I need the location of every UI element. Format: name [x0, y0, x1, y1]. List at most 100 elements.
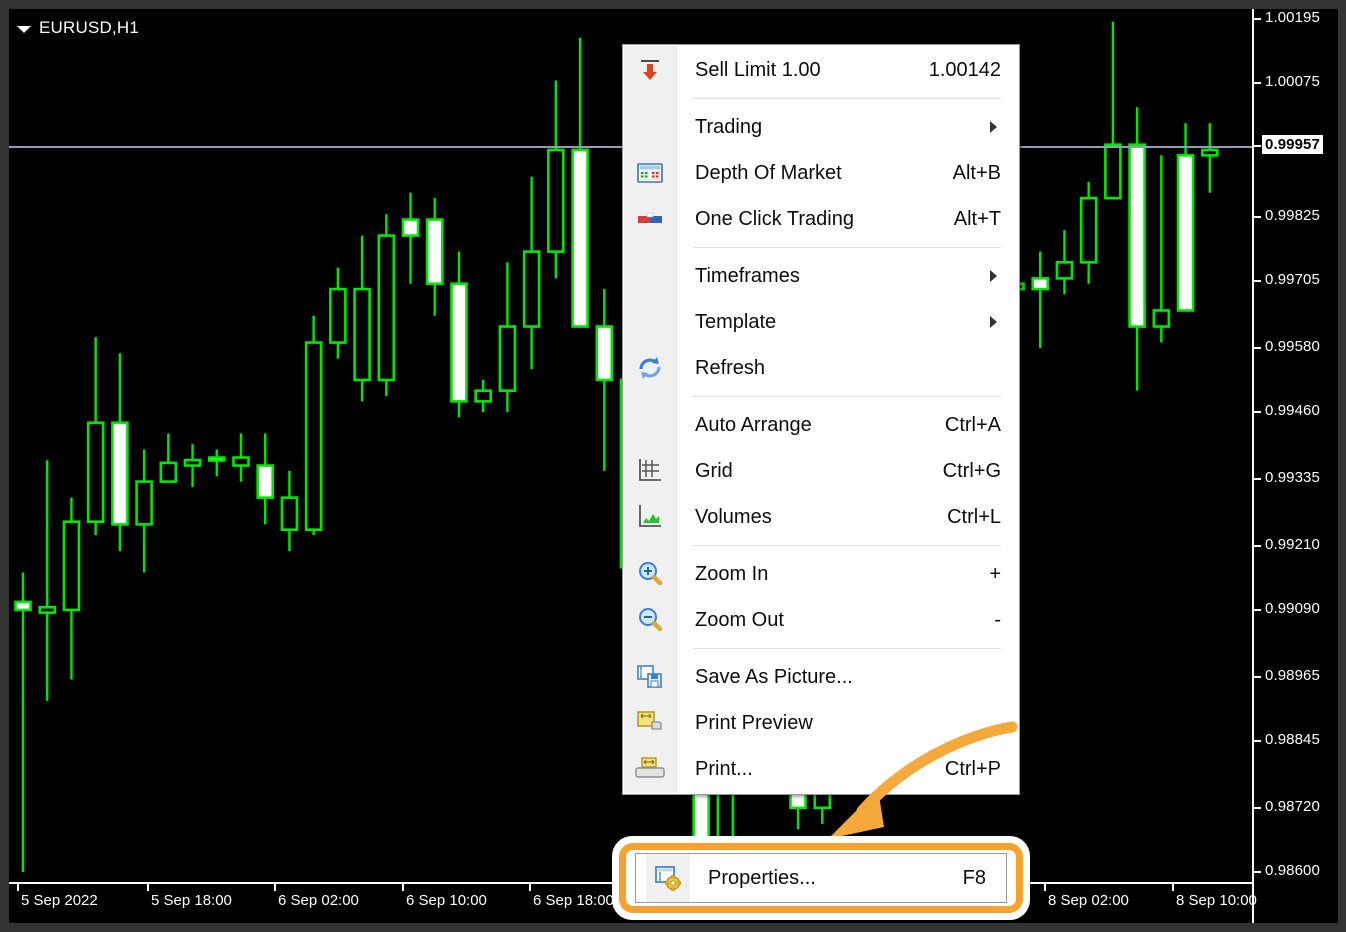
menu-item-no-icon — [634, 260, 666, 292]
time-tick-label: 8 Sep 10:00 — [1176, 892, 1257, 909]
menu-item-label: Trading — [695, 115, 763, 138]
menu-item-auto-arrange[interactable]: Auto Arrange Ctrl+A — [623, 402, 1019, 448]
price-tick-mark — [1254, 82, 1261, 85]
price-axis[interactable]: 1.00195 1.00075 0.99957 0.99825 0.99705 0.995… — [1252, 9, 1338, 923]
price-tick-label: 0.99460 — [1265, 402, 1320, 420]
time-tick-mark — [402, 882, 404, 891]
menu-item-accelerator: Ctrl+A — [944, 413, 1001, 436]
menu-item-no-icon — [634, 409, 666, 441]
menu-item-accelerator: Ctrl+L — [947, 505, 1001, 528]
menu-separator — [693, 648, 1001, 649]
print-preview-icon — [634, 707, 666, 739]
menu-item-refresh[interactable]: Refresh — [623, 345, 1019, 391]
time-tick-mark — [1044, 882, 1046, 891]
menu-item-accelerator: - — [994, 608, 1001, 631]
price-tick-mark — [1254, 675, 1261, 678]
volumes-icon — [634, 501, 666, 533]
price-tick-label: 0.99825 — [1265, 206, 1320, 224]
price-tick-label: 0.98600 — [1265, 862, 1320, 879]
time-tick-mark — [17, 882, 19, 891]
menu-item-volumes[interactable]: Volumes Ctrl+L — [623, 494, 1019, 540]
price-tick-mark — [1254, 544, 1261, 547]
price-tick-mark — [1254, 477, 1261, 480]
menu-item-label: Refresh — [695, 356, 766, 379]
time-tick-label: 6 Sep 10:00 — [406, 892, 487, 909]
price-tick-label: 1.00195 — [1265, 9, 1320, 26]
menu-item-print-preview[interactable]: Print Preview — [623, 700, 1019, 746]
menu-item-no-icon — [634, 306, 666, 338]
menu-separator — [693, 396, 1001, 397]
time-tick-label: 8 Sep 02:00 — [1048, 892, 1129, 909]
menu-separator — [693, 98, 1001, 99]
menu-item-label: Auto Arrange — [695, 413, 812, 436]
one-click-trading-icon — [634, 203, 666, 235]
chart-context-menu[interactable]: Sell Limit 1.00 1.00142 Trading Depth Of Ma… — [622, 44, 1020, 795]
menu-item-accelerator: F8 — [962, 866, 986, 889]
menu-item-label: Timeframes — [695, 264, 800, 287]
price-tick-label: 0.98845 — [1265, 730, 1320, 748]
price-tick-label: 0.99090 — [1265, 599, 1320, 617]
menu-item-save-as-picture[interactable]: Save As Picture... — [623, 654, 1019, 700]
menu-item-label: Print... — [695, 757, 753, 780]
price-tick-label: 0.99210 — [1265, 535, 1320, 553]
menu-item-accelerator: Alt+T — [953, 207, 1001, 230]
zoom-out-icon — [634, 604, 666, 636]
menu-item-accelerator: 1.00142 — [928, 58, 1001, 81]
time-tick-mark — [274, 882, 276, 891]
menu-item-template[interactable]: Template — [623, 299, 1019, 345]
sell-arrow-icon — [634, 54, 666, 86]
menu-item-label: Save As Picture... — [695, 665, 853, 688]
menu-separator — [693, 247, 1001, 248]
menu-item-depth-of-market[interactable]: Depth Of Market Alt+B — [623, 150, 1019, 196]
zoom-in-icon — [634, 558, 666, 590]
price-tick-mark — [1254, 871, 1261, 873]
menu-item-accelerator: Ctrl+G — [942, 459, 1001, 482]
submenu-chevron-icon — [990, 316, 997, 328]
print-icon — [634, 753, 666, 785]
menu-item-print[interactable]: Print... Ctrl+P — [623, 746, 1019, 792]
price-tick-label: 0.98965 — [1265, 666, 1320, 684]
menu-item-label: Template — [695, 310, 777, 333]
price-tick-mark — [1254, 145, 1261, 148]
price-tick-mark — [1254, 608, 1261, 611]
time-tick-label: 5 Sep 2022 — [21, 892, 98, 909]
price-tick-label: 0.99705 — [1265, 271, 1320, 289]
depth-of-market-icon — [634, 157, 666, 189]
save-as-picture-icon — [634, 661, 666, 693]
time-tick-label: 6 Sep 18:00 — [533, 892, 614, 909]
time-tick-label: 5 Sep 18:00 — [151, 892, 232, 909]
price-tick-mark — [1254, 411, 1261, 414]
price-tick-label: 1.00075 — [1265, 73, 1320, 91]
menu-item-sell-limit-1-00[interactable]: Sell Limit 1.00 1.00142 — [623, 47, 1019, 93]
menu-item-zoom-in[interactable]: Zoom In + — [623, 551, 1019, 597]
grid-icon — [634, 455, 666, 487]
menu-item-zoom-out[interactable]: Zoom Out - — [623, 597, 1019, 643]
menu-item-accelerator: Ctrl+P — [944, 757, 1001, 780]
price-tick-mark — [1254, 806, 1261, 809]
menu-item-accelerator: + — [989, 562, 1001, 585]
menu-item-label: One Click Trading — [695, 207, 854, 230]
menu-item-label: Zoom Out — [695, 608, 784, 631]
menu-item-timeframes[interactable]: Timeframes — [623, 253, 1019, 299]
time-tick-mark — [529, 882, 531, 891]
menu-item-properties[interactable]: Properties... F8 — [635, 853, 1007, 903]
menu-item-grid[interactable]: Grid Ctrl+G — [623, 448, 1019, 494]
price-tick-mark — [1254, 215, 1261, 218]
menu-item-accelerator: Alt+B — [952, 161, 1001, 184]
price-tick-mark — [1254, 739, 1261, 742]
metatrader-chart-window: EURUSD,H1 1.00195 1.00075 0.99957 0.99825 0.… — [0, 0, 1346, 932]
menu-item-no-icon — [634, 111, 666, 143]
price-tick-label: 0.99580 — [1265, 337, 1320, 355]
menu-item-trading[interactable]: Trading — [623, 104, 1019, 150]
submenu-chevron-icon — [990, 270, 997, 282]
menu-item-one-click-trading[interactable]: One Click Trading Alt+T — [623, 196, 1019, 242]
submenu-chevron-icon — [990, 121, 997, 133]
price-tick-mark — [1254, 18, 1261, 20]
price-tick-label: 0.99957 — [1262, 135, 1323, 155]
time-tick-mark — [1172, 882, 1174, 891]
menu-separator — [693, 545, 1001, 546]
price-tick-label: 0.98720 — [1265, 797, 1320, 815]
time-tick-mark — [147, 882, 149, 891]
menu-item-label: Volumes — [695, 505, 772, 528]
price-tick-mark — [1254, 280, 1261, 283]
